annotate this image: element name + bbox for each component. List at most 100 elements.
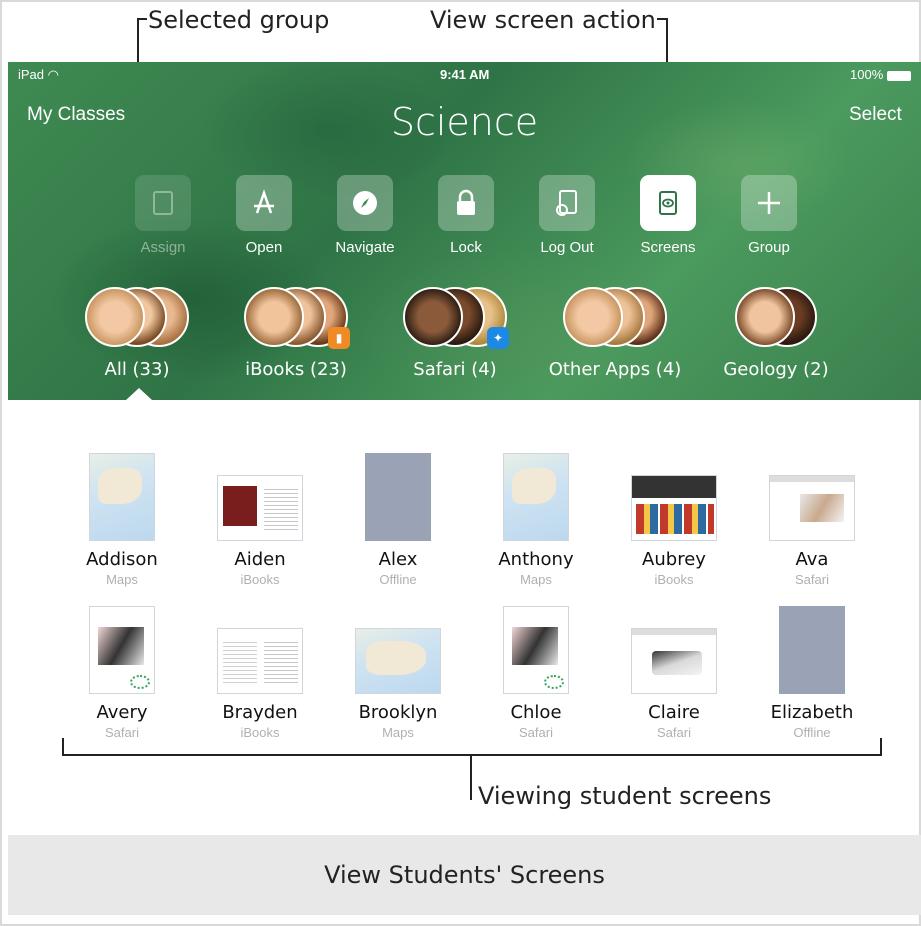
student-tile[interactable]: Aubrey iBooks: [614, 453, 734, 587]
plus-icon: [741, 175, 797, 231]
avatar: [244, 287, 304, 347]
select-button[interactable]: Select: [849, 104, 902, 126]
callout-selected-group: Selected group: [148, 6, 330, 34]
assign-icon: [135, 175, 191, 231]
status-battery: 100%: [850, 67, 911, 82]
student-name: Chloe: [510, 702, 562, 723]
log-out-icon: [539, 175, 595, 231]
screen-thumbnail-safari: [631, 628, 717, 694]
screen-thumbnail-maps: [89, 453, 155, 541]
student-tile[interactable]: Brooklyn Maps: [338, 606, 458, 740]
student-name: Brayden: [222, 702, 298, 723]
student-app: Offline: [793, 725, 831, 740]
student-tile[interactable]: Chloe Safari: [476, 606, 596, 740]
group-ibooks[interactable]: ▮ iBooks (23): [211, 287, 381, 380]
callout-line-selected-group-tick: [137, 18, 147, 20]
screen-thumbnail-ibooks: [217, 628, 303, 694]
group-label: Other Apps (4): [548, 359, 682, 380]
figure-caption: View Students' Screens: [8, 835, 921, 915]
action-assign[interactable]: Assign: [118, 175, 208, 256]
student-name: Alex: [378, 549, 418, 570]
screen-thumbnail-safari: [503, 606, 569, 694]
callout-viewing-student-screens: Viewing student screens: [478, 782, 772, 810]
student-tile[interactable]: Anthony Maps: [476, 453, 596, 587]
student-tile[interactable]: Claire Safari: [614, 606, 734, 740]
group-label: All (33): [104, 359, 170, 380]
student-app: iBooks: [240, 725, 280, 740]
action-log-out[interactable]: Log Out: [522, 175, 612, 256]
screen-thumbnail-offline: [365, 453, 431, 541]
callout-line-view-screen-tick: [657, 18, 667, 20]
ibooks-icon: ▮: [328, 327, 350, 349]
avatar: [85, 287, 145, 347]
student-name: Elizabeth: [770, 702, 854, 723]
student-tile[interactable]: Addison Maps: [62, 453, 182, 587]
student-tile[interactable]: Brayden iBooks: [200, 606, 320, 740]
student-name: Avery: [96, 702, 148, 723]
student-app: Safari: [105, 725, 139, 740]
student-name: Claire: [648, 702, 700, 723]
student-app: Maps: [106, 572, 138, 587]
action-label: Assign: [140, 239, 186, 256]
action-screens[interactable]: Screens: [623, 175, 713, 256]
group-geology[interactable]: Geology (2): [691, 287, 861, 380]
action-group[interactable]: Group: [724, 175, 814, 256]
class-title: Science: [390, 100, 539, 144]
battery-icon: [886, 70, 911, 81]
student-app: iBooks: [240, 572, 280, 587]
app-store-icon: [236, 175, 292, 231]
student-app: Safari: [657, 725, 691, 740]
group-safari[interactable]: ✦ Safari (4): [370, 287, 540, 380]
bracket-bottom: [62, 754, 882, 756]
avatar: [563, 287, 623, 347]
avatar: [403, 287, 463, 347]
student-tile[interactable]: Ava Safari: [752, 453, 872, 587]
group-label: iBooks (23): [245, 359, 347, 380]
lock-icon: [438, 175, 494, 231]
bracket-right: [880, 738, 882, 756]
screen-thumbnail-offline: [779, 606, 845, 694]
action-label: Log Out: [540, 239, 594, 256]
compass-icon: [337, 175, 393, 231]
student-name: Addison: [86, 549, 158, 570]
action-label: Screens: [640, 239, 696, 256]
action-label: Open: [245, 239, 283, 256]
student-app: Safari: [519, 725, 553, 740]
action-open[interactable]: Open: [219, 175, 309, 256]
student-app: Safari: [795, 572, 829, 587]
student-app: Maps: [382, 725, 414, 740]
action-label: Lock: [450, 239, 482, 256]
action-navigate[interactable]: Navigate: [320, 175, 410, 256]
student-tile[interactable]: Alex Offline: [338, 453, 458, 587]
bracket-stem: [470, 754, 472, 800]
status-time: 9:41 AM: [440, 67, 490, 82]
callout-view-screen-action: View screen action: [430, 6, 656, 34]
student-name: Aubrey: [642, 549, 706, 570]
class-header: iPad ◠ 9:41 AM 100% My Classes Science S…: [8, 62, 921, 400]
wifi-icon: ◠: [47, 67, 59, 82]
student-name: Ava: [795, 549, 829, 570]
student-name: Anthony: [498, 549, 574, 570]
group-other-apps[interactable]: Other Apps (4): [530, 287, 700, 380]
screen-thumbnail-maps: [503, 453, 569, 541]
student-tile[interactable]: Avery Safari: [62, 606, 182, 740]
screen-thumbnail-ibooks: [217, 475, 303, 541]
student-tile[interactable]: Aiden iBooks: [200, 453, 320, 587]
screen-thumbnail-maps: [355, 628, 441, 694]
group-label: Geology (2): [723, 359, 829, 380]
eye-icon: [640, 175, 696, 231]
screen-thumbnail-safari: [769, 475, 855, 541]
action-lock[interactable]: Lock: [421, 175, 511, 256]
group-label: Safari (4): [413, 359, 497, 380]
group-all[interactable]: All (33): [52, 287, 222, 380]
student-tile[interactable]: Elizabeth Offline: [752, 606, 872, 740]
screen-thumbnail-safari: [89, 606, 155, 694]
student-name: Brooklyn: [358, 702, 438, 723]
student-app: Offline: [379, 572, 417, 587]
avatar: [735, 287, 795, 347]
action-label: Group: [748, 239, 790, 256]
screen-thumbnail-ibooks: [631, 475, 717, 541]
safari-icon: ✦: [487, 327, 509, 349]
status-device: iPad ◠: [18, 67, 59, 82]
action-label: Navigate: [335, 239, 395, 256]
